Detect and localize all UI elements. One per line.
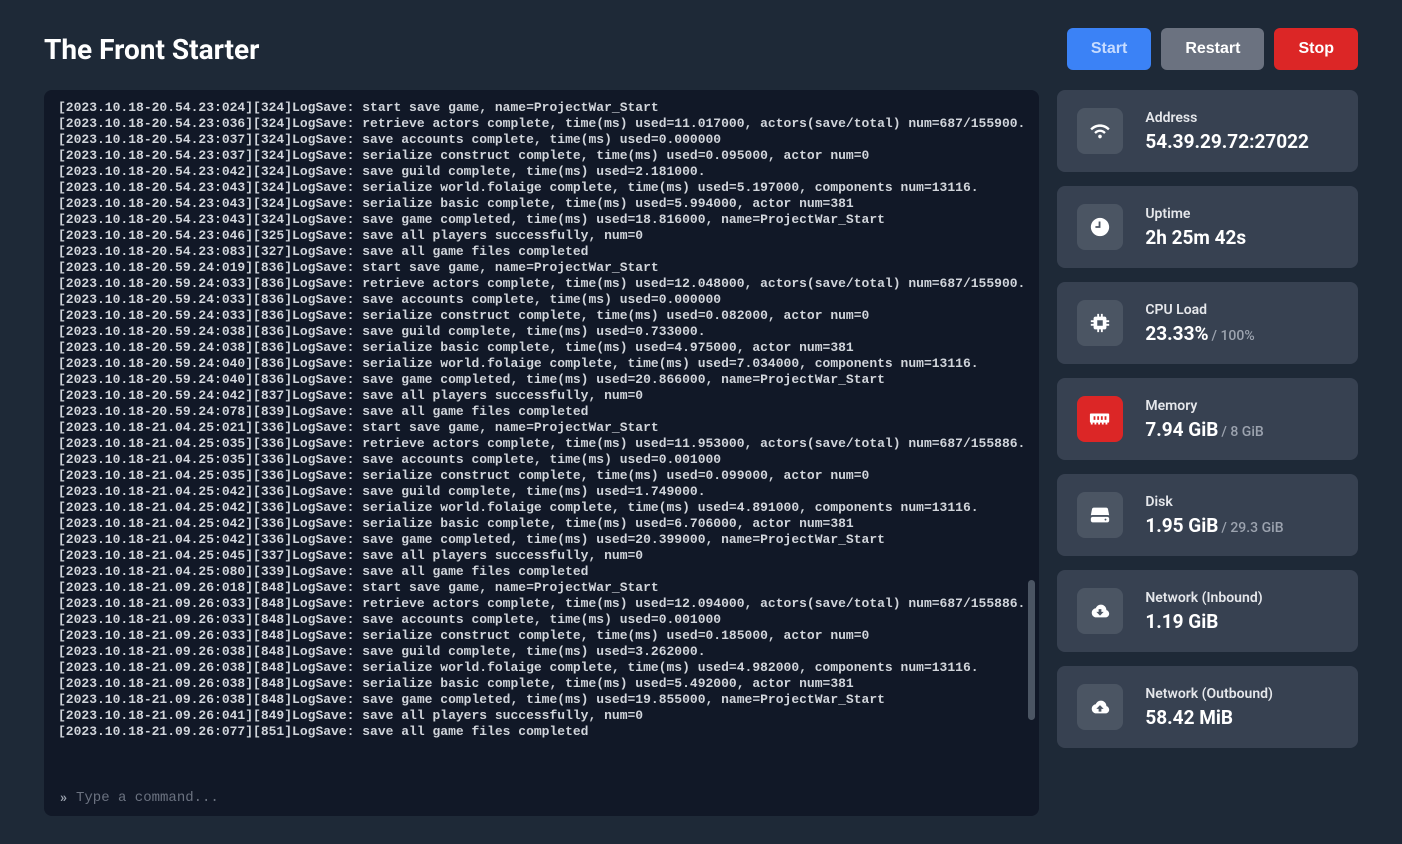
log-line: [2023.10.18-20.59.24:040][836]LogSave: s… — [58, 356, 1025, 372]
log-line: [2023.10.18-20.54.23:046][325]LogSave: s… — [58, 228, 1025, 244]
log-line: [2023.10.18-20.54.23:043][324]LogSave: s… — [58, 180, 1025, 196]
log-line: [2023.10.18-20.59.24:078][839]LogSave: s… — [58, 404, 1025, 420]
stat-memory: Memory 7.94 GiB/ 8 GiB — [1057, 378, 1358, 460]
log-line: [2023.10.18-20.59.24:019][836]LogSave: s… — [58, 260, 1025, 276]
scrollbar[interactable] — [1028, 580, 1035, 720]
memory-icon — [1077, 396, 1123, 442]
log-line: [2023.10.18-21.04.25:035][336]LogSave: s… — [58, 468, 1025, 484]
stat-label: Memory — [1145, 398, 1263, 414]
command-row: » — [58, 786, 1025, 808]
log-line: [2023.10.18-20.54.23:083][327]LogSave: s… — [58, 244, 1025, 260]
restart-button[interactable]: Restart — [1161, 28, 1264, 70]
start-button[interactable]: Start — [1067, 28, 1151, 70]
stat-value: 1.95 GiB/ 29.3 GiB — [1145, 514, 1283, 537]
stop-button[interactable]: Stop — [1274, 28, 1358, 70]
log-line: [2023.10.18-21.09.26:038][848]LogSave: s… — [58, 644, 1025, 660]
cpu-icon — [1077, 300, 1123, 346]
stat-label: Uptime — [1145, 206, 1246, 222]
log-line: [2023.10.18-20.59.24:033][836]LogSave: s… — [58, 292, 1025, 308]
log-line: [2023.10.18-21.09.26:018][848]LogSave: s… — [58, 580, 1025, 596]
log-line: [2023.10.18-20.59.24:038][836]LogSave: s… — [58, 340, 1025, 356]
prompt-icon: » — [60, 790, 64, 806]
stat-disk: Disk 1.95 GiB/ 29.3 GiB — [1057, 474, 1358, 556]
log-line: [2023.10.18-21.04.25:080][339]LogSave: s… — [58, 564, 1025, 580]
log-line: [2023.10.18-20.54.23:043][324]LogSave: s… — [58, 196, 1025, 212]
log-line: [2023.10.18-21.09.26:038][848]LogSave: s… — [58, 676, 1025, 692]
cloud-upload-icon — [1077, 684, 1123, 730]
console-panel: [2023.10.18-20.54.23:024][324]LogSave: s… — [44, 90, 1039, 816]
log-line: [2023.10.18-20.54.23:037][324]LogSave: s… — [58, 132, 1025, 148]
log-line: [2023.10.18-21.04.25:042][336]LogSave: s… — [58, 500, 1025, 516]
stat-address: Address 54.39.29.72:27022 — [1057, 90, 1358, 172]
log-line: [2023.10.18-21.04.25:042][336]LogSave: s… — [58, 484, 1025, 500]
server-controls: Start Restart Stop — [1067, 28, 1358, 70]
log-line: [2023.10.18-21.09.26:038][848]LogSave: s… — [58, 660, 1025, 676]
command-input[interactable] — [76, 790, 1023, 806]
log-line: [2023.10.18-21.09.26:033][848]LogSave: s… — [58, 612, 1025, 628]
stat-label: Address — [1145, 110, 1309, 126]
log-line: [2023.10.18-20.59.24:033][836]LogSave: s… — [58, 308, 1025, 324]
stat-value: 54.39.29.72:27022 — [1145, 130, 1309, 153]
stat-label: Network (Outbound) — [1145, 686, 1273, 702]
log-line: [2023.10.18-21.04.25:042][336]LogSave: s… — [58, 532, 1025, 548]
stat-value: 1.19 GiB — [1145, 610, 1262, 633]
log-line: [2023.10.18-20.54.23:024][324]LogSave: s… — [58, 100, 1025, 116]
log-line: [2023.10.18-20.54.23:037][324]LogSave: s… — [58, 148, 1025, 164]
log-line: [2023.10.18-20.59.24:040][836]LogSave: s… — [58, 372, 1025, 388]
log-line: [2023.10.18-21.04.25:042][336]LogSave: s… — [58, 516, 1025, 532]
log-line: [2023.10.18-21.04.25:045][337]LogSave: s… — [58, 548, 1025, 564]
stat-value: 7.94 GiB/ 8 GiB — [1145, 418, 1263, 441]
stat-network-inbound: Network (Inbound) 1.19 GiB — [1057, 570, 1358, 652]
page-title: The Front Starter — [44, 33, 259, 66]
log-line: [2023.10.18-20.59.24:038][836]LogSave: s… — [58, 324, 1025, 340]
log-line: [2023.10.18-21.04.25:021][336]LogSave: s… — [58, 420, 1025, 436]
stats-sidebar: Address 54.39.29.72:27022 Uptime 2h 25m … — [1057, 90, 1358, 816]
stat-value: 23.33%/ 100% — [1145, 322, 1254, 345]
log-line: [2023.10.18-21.09.26:077][851]LogSave: s… — [58, 724, 1025, 740]
stat-label: Network (Inbound) — [1145, 590, 1262, 606]
log-line: [2023.10.18-20.54.23:042][324]LogSave: s… — [58, 164, 1025, 180]
disk-icon — [1077, 492, 1123, 538]
log-line: [2023.10.18-21.09.26:041][849]LogSave: s… — [58, 708, 1025, 724]
stat-label: CPU Load — [1145, 302, 1254, 318]
log-line: [2023.10.18-21.04.25:035][336]LogSave: r… — [58, 436, 1025, 452]
log-line: [2023.10.18-21.09.26:033][848]LogSave: s… — [58, 628, 1025, 644]
log-line: [2023.10.18-20.54.23:043][324]LogSave: s… — [58, 212, 1025, 228]
stat-cpu: CPU Load 23.33%/ 100% — [1057, 282, 1358, 364]
log-line: [2023.10.18-21.09.26:033][848]LogSave: r… — [58, 596, 1025, 612]
stat-value: 2h 25m 42s — [1145, 226, 1246, 249]
log-line: [2023.10.18-20.54.23:036][324]LogSave: r… — [58, 116, 1025, 132]
stat-value: 58.42 MiB — [1145, 706, 1273, 729]
stat-label: Disk — [1145, 494, 1283, 510]
log-line: [2023.10.18-21.04.25:035][336]LogSave: s… — [58, 452, 1025, 468]
log-line: [2023.10.18-20.59.24:042][837]LogSave: s… — [58, 388, 1025, 404]
stat-uptime: Uptime 2h 25m 42s — [1057, 186, 1358, 268]
stat-network-outbound: Network (Outbound) 58.42 MiB — [1057, 666, 1358, 748]
log-line: [2023.10.18-20.59.24:033][836]LogSave: r… — [58, 276, 1025, 292]
console-log[interactable]: [2023.10.18-20.54.23:024][324]LogSave: s… — [58, 100, 1025, 786]
cloud-download-icon — [1077, 588, 1123, 634]
log-line: [2023.10.18-21.09.26:038][848]LogSave: s… — [58, 692, 1025, 708]
wifi-icon — [1077, 108, 1123, 154]
clock-icon — [1077, 204, 1123, 250]
